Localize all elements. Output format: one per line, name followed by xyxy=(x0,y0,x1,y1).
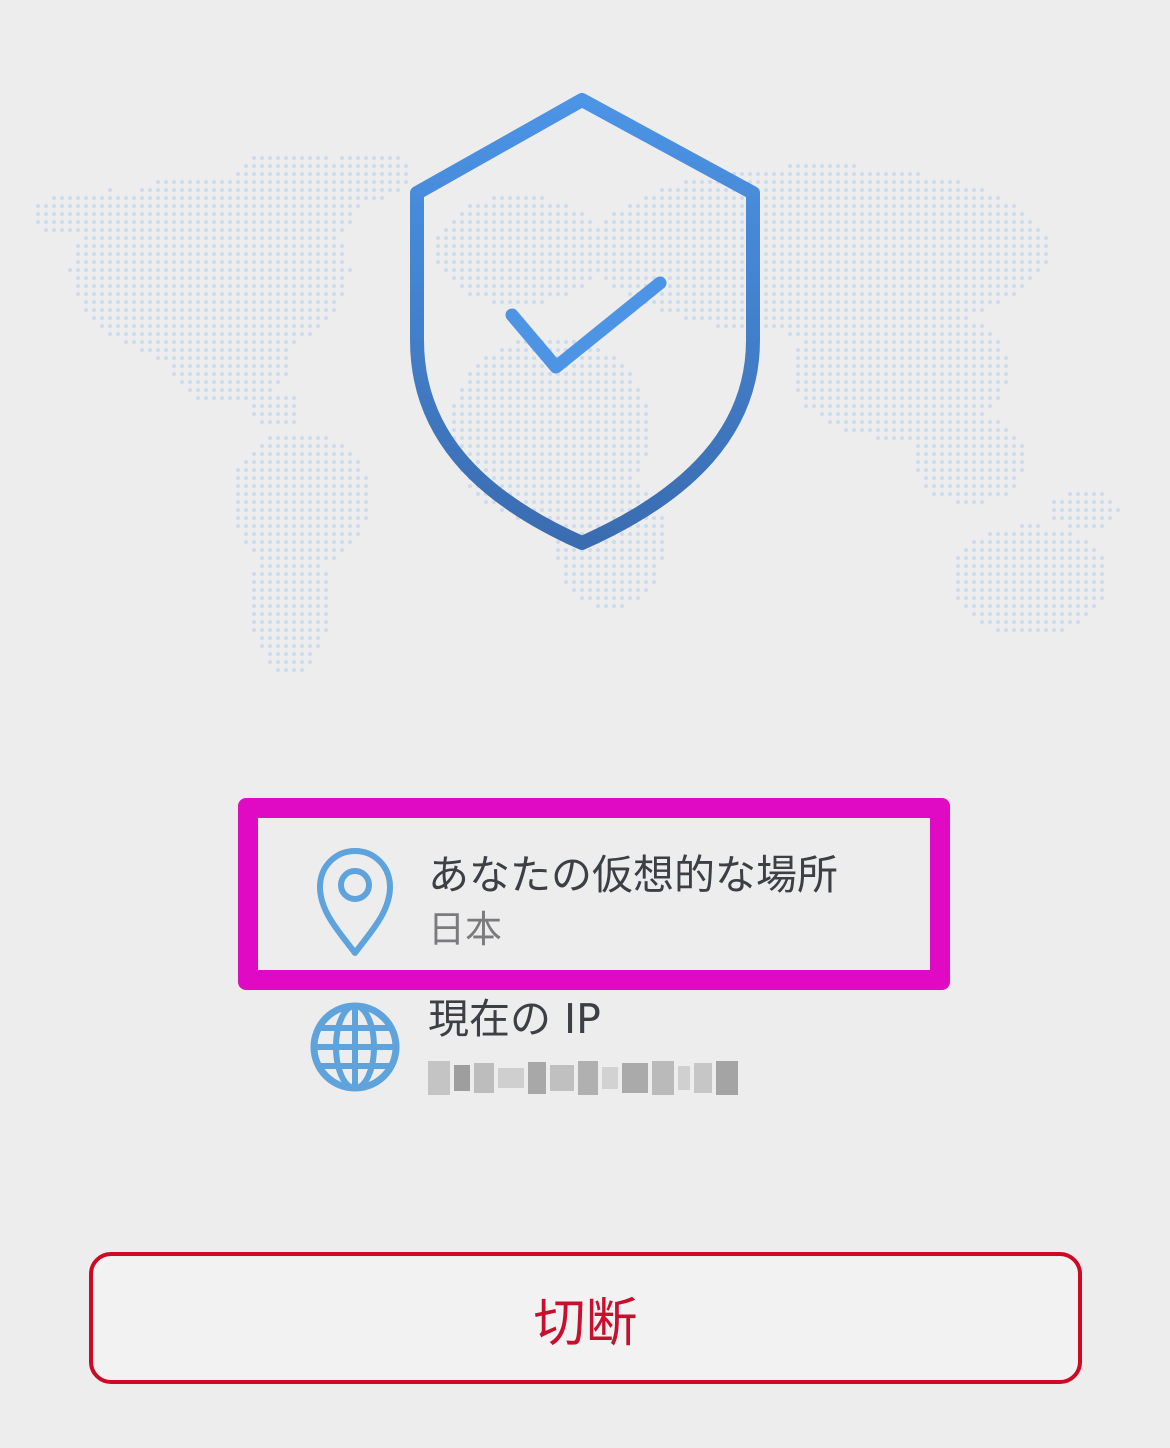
current-ip-label: 現在の IP xyxy=(428,995,601,1043)
virtual-location-label: あなたの仮想的な場所 xyxy=(428,851,838,899)
current-ip-row: 現在の IP xyxy=(300,990,738,1104)
current-ip-value-redacted xyxy=(428,1052,738,1104)
globe-icon xyxy=(300,1001,410,1093)
shield-check-icon xyxy=(410,93,760,550)
disconnect-button[interactable]: 切断 xyxy=(89,1252,1082,1384)
virtual-location-row: あなたの仮想的な場所 日本 xyxy=(300,845,838,957)
virtual-location-value: 日本 xyxy=(428,908,502,951)
location-pin-icon xyxy=(300,845,410,957)
